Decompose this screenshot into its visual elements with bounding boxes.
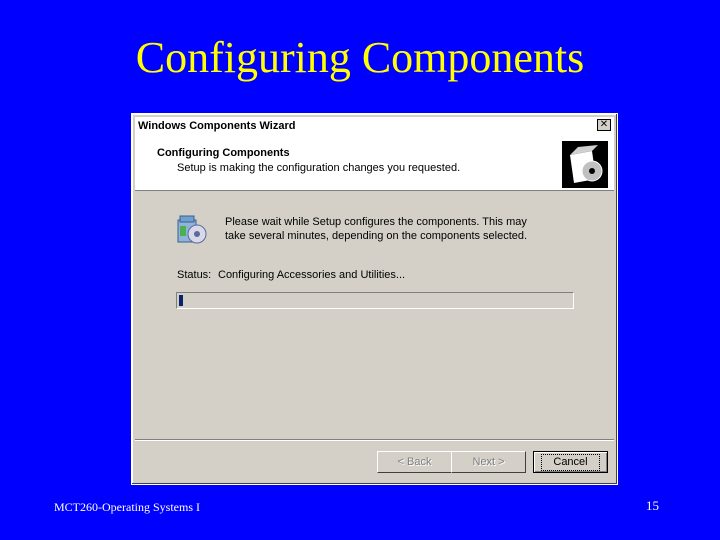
cancel-button[interactable]: Cancel <box>533 451 608 473</box>
dialog-title: Windows Components Wizard <box>138 120 296 132</box>
close-button[interactable]: ✕ <box>597 119 611 131</box>
dialog-titlebar[interactable]: Windows Components Wizard ✕ <box>135 117 614 135</box>
status-label: Status: <box>177 269 212 281</box>
page-number: 15 <box>646 498 659 513</box>
box-with-cd-icon <box>562 141 608 188</box>
footer-course: MCT260-Operating Systems I <box>54 500 200 514</box>
components-setup-icon <box>176 214 208 246</box>
slide-title: Configuring Components <box>135 33 585 82</box>
back-button[interactable]: < Back <box>377 451 452 473</box>
wait-message: Please wait while Setup configures the c… <box>225 216 528 242</box>
button-separator <box>135 439 614 441</box>
status-value: Configuring Accessories and Utilities... <box>218 269 406 281</box>
wizard-header: Configuring Components Setup is making t… <box>135 135 614 191</box>
cancel-button-label: Cancel <box>541 454 600 471</box>
next-button[interactable]: Next > <box>451 451 526 473</box>
progress-fill <box>179 295 183 306</box>
header-subtitle: Setup is making the configuration change… <box>177 162 461 174</box>
progress-bar <box>176 292 574 309</box>
wizard-dialog: Windows Components Wizard ✕ Configuring … <box>131 113 618 485</box>
header-title: Configuring Components <box>157 147 290 159</box>
